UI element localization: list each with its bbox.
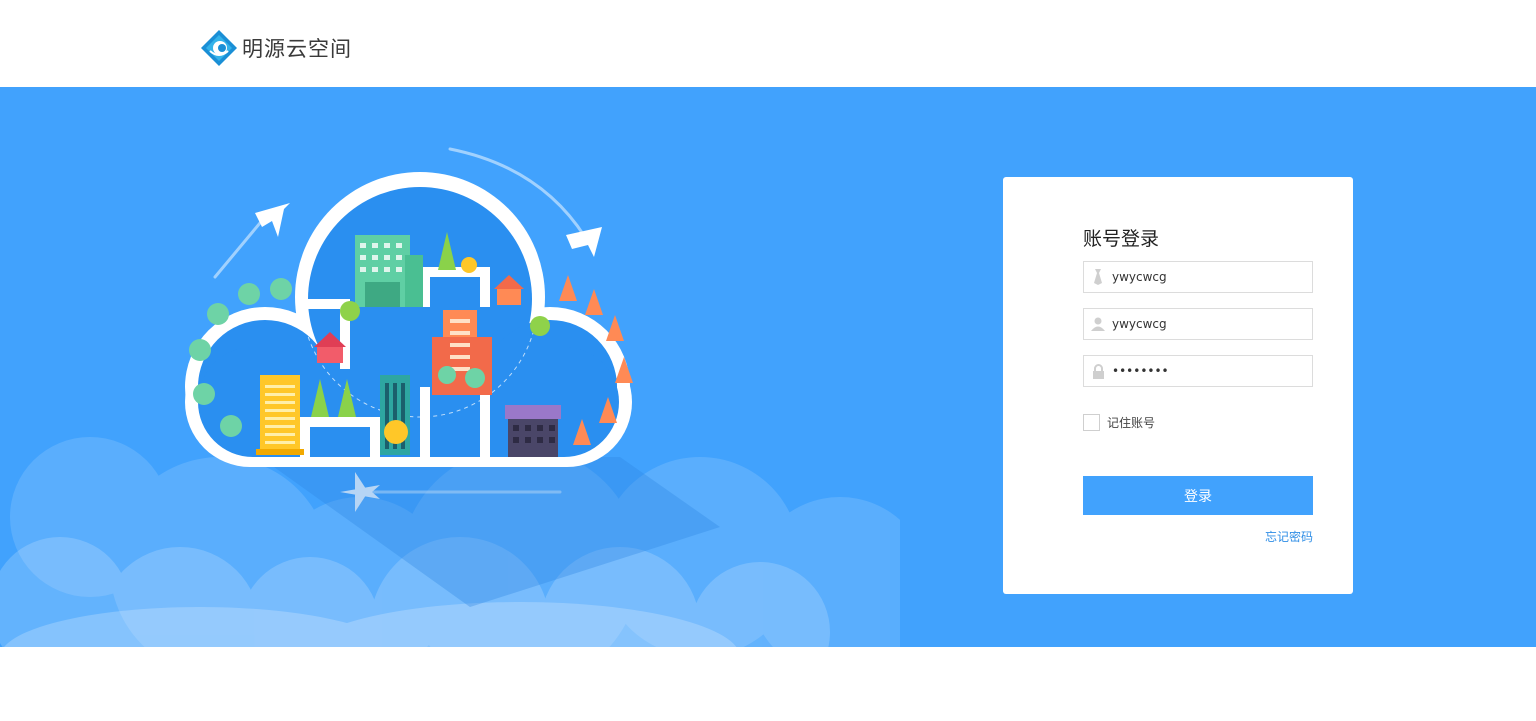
banner: 账号登录 ywycwcg ywycwcg •••••••• 记住账号 登录 忘记… (0, 87, 1536, 647)
username-input[interactable] (1112, 317, 1302, 331)
header: 明源云空间 (0, 0, 1536, 87)
tie-icon (1084, 262, 1112, 292)
lock-icon (1084, 356, 1112, 386)
password-field[interactable] (1083, 355, 1313, 387)
account-field[interactable] (1083, 261, 1313, 293)
username-field[interactable] (1083, 308, 1313, 340)
remember-label: 记住账号 (1107, 416, 1156, 430)
password-input[interactable] (1112, 364, 1302, 378)
user-icon (1084, 309, 1112, 339)
city-cloud-illustration (0, 147, 900, 647)
login-button[interactable]: 登录 (1083, 476, 1313, 515)
logo[interactable]: 明源云空间 (200, 29, 352, 67)
remember-checkbox[interactable] (1083, 414, 1100, 431)
logo-icon (201, 30, 237, 66)
logo-text: 明源云空间 (242, 37, 352, 61)
remember-account[interactable]: 记住账号 (1083, 414, 1155, 431)
login-card: 账号登录 ywycwcg ywycwcg •••••••• 记住账号 登录 忘记… (1003, 177, 1353, 594)
forgot-password-link[interactable]: 忘记密码 (1265, 528, 1313, 545)
login-title: 账号登录 (1083, 228, 1160, 250)
account-input[interactable] (1112, 270, 1302, 284)
